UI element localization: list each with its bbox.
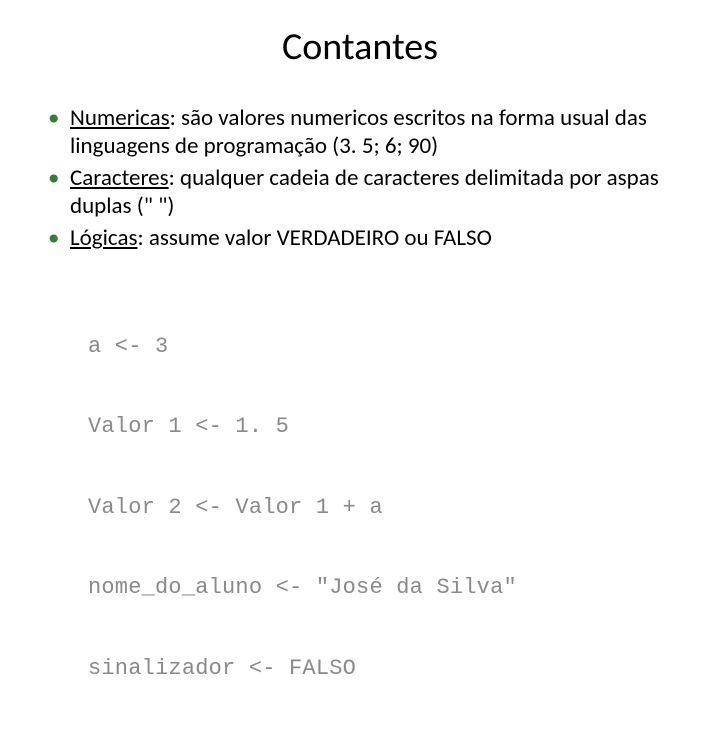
code-line: sinalizador <- FALSO: [88, 656, 720, 683]
slide: Contantes Numericas: são valores numeric…: [0, 0, 720, 540]
bullet-term: Lógicas: [70, 224, 137, 252]
code-line: a <- 3: [88, 334, 720, 361]
code-line: Valor 1 <- 1. 5: [88, 414, 720, 441]
bullet-sep: :: [137, 224, 148, 252]
bullet-item-caracteres: Caracteres: qualquer cadeia de caractere…: [48, 164, 680, 220]
code-line: Valor 2 <- Valor 1 + a: [88, 495, 720, 522]
bullet-list: Numericas: são valores numericos escrito…: [48, 104, 680, 252]
bullet-term: Caracteres: [70, 164, 169, 192]
code-block: a <- 3 Valor 1 <- 1. 5 Valor 2 <- Valor …: [88, 280, 720, 736]
slide-title: Contantes: [0, 24, 720, 70]
bullet-sep: :: [170, 104, 181, 132]
bullet-term: Numericas: [70, 104, 170, 132]
bullet-text: assume valor VERDADEIRO ou FALSO: [149, 224, 492, 252]
bullet-sep: :: [169, 164, 180, 192]
code-line: nome_do_aluno <- "José da Silva": [88, 575, 720, 602]
bullet-item-logicas: Lógicas: assume valor VERDADEIRO ou FALS…: [48, 224, 680, 252]
bullet-item-numericas: Numericas: são valores numericos escrito…: [48, 104, 680, 160]
